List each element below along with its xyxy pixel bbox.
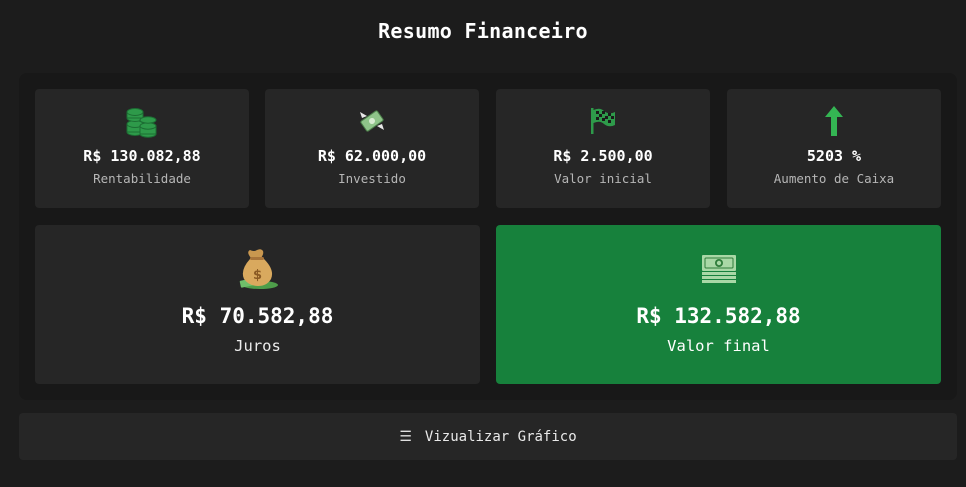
view-chart-label: Vizualizar Gráfico bbox=[424, 428, 577, 445]
money-bag-icon: $ bbox=[236, 248, 280, 290]
summary-panel: R$ 130.082,88 Rentabilidade R$ 62.000,00… bbox=[19, 73, 957, 400]
card-rentabilidade: R$ 130.082,88 Rentabilidade bbox=[35, 89, 249, 208]
card-value: R$ 132.582,88 bbox=[636, 304, 801, 328]
coins-stack-icon bbox=[126, 104, 158, 138]
card-value: R$ 62.000,00 bbox=[317, 147, 427, 165]
card-label: Juros bbox=[234, 337, 281, 355]
card-valor-final: R$ 132.582,88 Valor final bbox=[496, 225, 941, 384]
card-aumento-caixa: 5203 % Aumento de Caixa bbox=[727, 89, 941, 208]
page-title: Resumo Financeiro bbox=[378, 19, 588, 43]
card-value: R$ 130.082,88 bbox=[83, 147, 201, 165]
card-value: R$ 2.500,00 bbox=[553, 147, 653, 165]
card-valor-inicial: R$ 2.500,00 Valor inicial bbox=[496, 89, 710, 208]
money-with-wings-icon bbox=[357, 104, 387, 138]
card-investido: R$ 62.000,00 Investido bbox=[265, 89, 479, 208]
hamburger-icon: ☰ bbox=[399, 428, 412, 445]
arrow-up-icon bbox=[824, 104, 844, 138]
view-chart-button[interactable]: ☰ Vizualizar Gráfico bbox=[19, 413, 957, 460]
card-label: Valor inicial bbox=[554, 171, 652, 186]
banknotes-stack-icon bbox=[701, 248, 737, 290]
checkered-flag-icon bbox=[589, 104, 617, 138]
card-label: Investido bbox=[338, 171, 406, 186]
card-value: 5203 % bbox=[806, 147, 862, 165]
card-value: R$ 70.582,88 bbox=[181, 304, 334, 328]
card-juros: $ R$ 70.582,88 Juros bbox=[35, 225, 480, 384]
card-label: Valor final bbox=[667, 337, 770, 355]
card-label: Rentabilidade bbox=[93, 171, 191, 186]
svg-text:$: $ bbox=[252, 268, 261, 283]
card-label: Aumento de Caixa bbox=[773, 171, 895, 186]
